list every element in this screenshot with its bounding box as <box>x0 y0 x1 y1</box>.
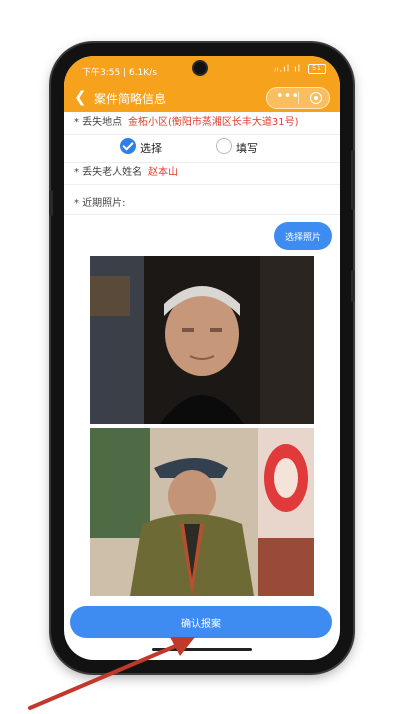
annotation-arrow-icon <box>28 637 195 710</box>
